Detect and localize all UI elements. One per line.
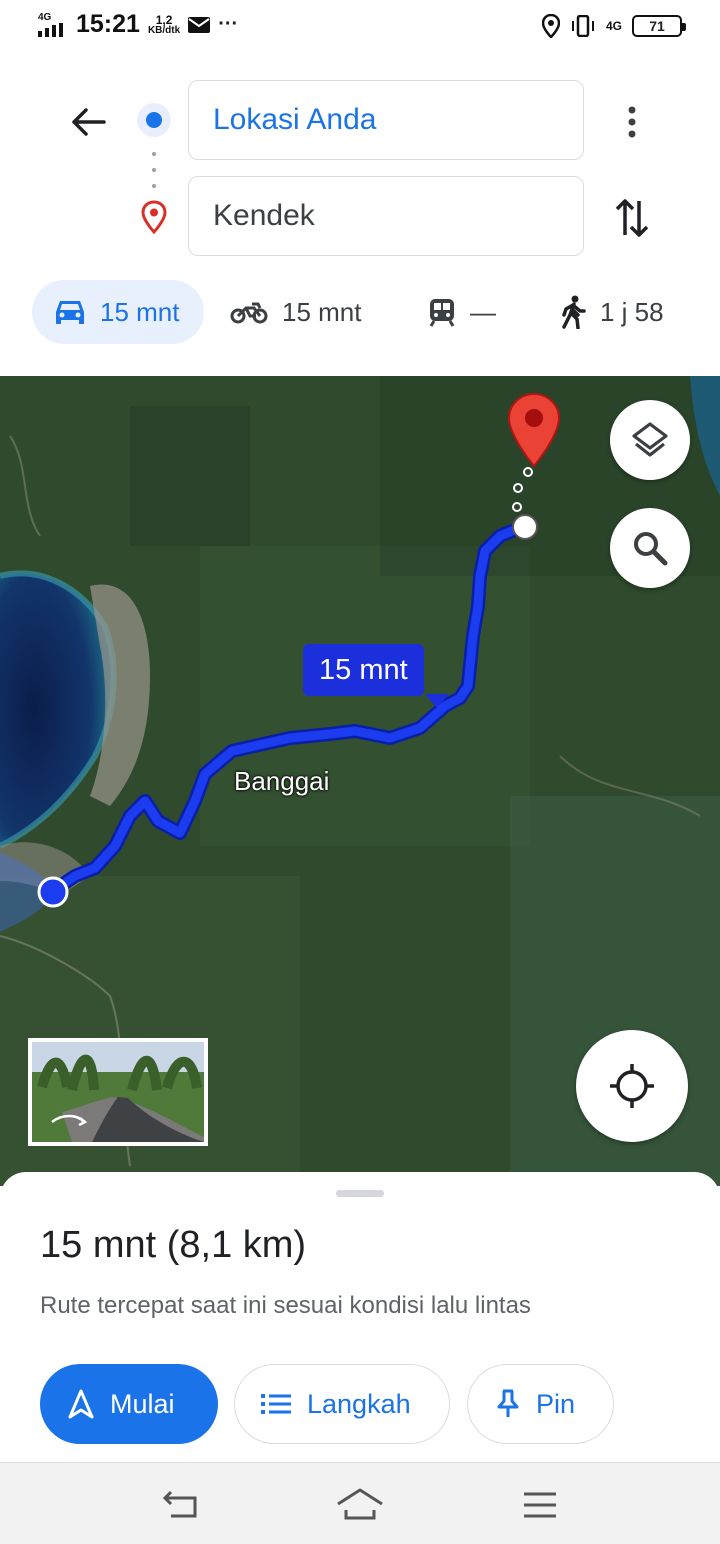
layers-button[interactable]	[610, 400, 690, 480]
route-details-sheet: 15 mnt (8,1 km) Rute tercepat saat ini s…	[0, 1172, 720, 1462]
nav-back-button[interactable]	[156, 1483, 204, 1527]
arrow-back-icon	[72, 108, 106, 136]
network-type: 4G	[38, 11, 52, 23]
back-icon	[162, 1490, 197, 1518]
back-button[interactable]	[62, 96, 114, 148]
train-icon	[429, 299, 455, 327]
destination-pin-icon	[141, 200, 167, 234]
place-label: Banggai	[234, 766, 330, 796]
mode-walk-label: 1 j 58	[600, 296, 664, 327]
route-summary: 15 mnt (8,1 km)	[40, 1224, 307, 1266]
steps-button[interactable]: Langkah	[234, 1364, 450, 1444]
vibrate-icon	[571, 15, 594, 37]
my-location-button[interactable]	[576, 1030, 688, 1142]
swap-vert-icon	[615, 199, 649, 237]
network-speed: 1,2 KB/dtk	[147, 12, 181, 36]
route-description: Rute tercepat saat ini sesuai kondisi la…	[40, 1292, 531, 1319]
nav-menu-button[interactable]	[516, 1483, 564, 1527]
crosshair-icon	[610, 1064, 654, 1108]
street-view-thumbnail[interactable]	[28, 1038, 208, 1146]
home-icon	[337, 1488, 383, 1520]
pin-label: Pin	[536, 1388, 576, 1419]
status-bar: 4G 15:21 1,2 KB/dtk ··· 4G 71	[0, 0, 720, 56]
destination-field[interactable]: Kendek	[188, 176, 584, 256]
navigation-arrow-icon	[68, 1389, 94, 1419]
more-notifications: ···	[218, 13, 239, 35]
more-vert-icon	[628, 106, 636, 138]
motorcycle-icon	[230, 302, 268, 324]
route-connector	[151, 152, 157, 188]
car-icon	[56, 301, 84, 324]
pushpin-icon	[497, 1389, 519, 1417]
route-end-marker	[512, 514, 538, 540]
walk-icon	[562, 295, 586, 329]
mode-car-tab[interactable]: 15 mnt	[32, 280, 204, 344]
list-icon	[261, 1394, 291, 1414]
mode-transit-tab[interactable]: —	[428, 280, 496, 344]
destination-marker-icon[interactable]	[507, 392, 561, 468]
mode-walk-tab[interactable]: 1 j 58	[560, 280, 664, 344]
origin-marker	[0, 852, 69, 932]
mode-motorcycle-tab[interactable]: 15 mnt	[230, 280, 362, 344]
steps-label: Langkah	[307, 1388, 411, 1419]
pin-button[interactable]: Pin	[467, 1364, 614, 1444]
map-search-button[interactable]	[610, 508, 690, 588]
battery-icon: 71	[632, 15, 686, 37]
clock: 15:21	[76, 10, 140, 38]
location-icon	[541, 14, 560, 38]
more-options-button[interactable]	[612, 96, 652, 148]
network-type-right: 4G	[605, 19, 622, 33]
start-navigation-button[interactable]: Mulai	[40, 1364, 218, 1444]
travel-modes: 15 mnt 15 mnt — 1 j 58	[0, 280, 720, 344]
system-navigation-bar	[0, 1462, 720, 1544]
search-icon	[634, 532, 668, 566]
origin-field[interactable]: Lokasi Anda	[188, 80, 584, 160]
mode-transit-label: —	[470, 296, 496, 327]
street-view-image	[32, 1042, 204, 1142]
map-view[interactable]: 15 mnt Banggai	[0, 376, 720, 1186]
mail-icon	[188, 16, 211, 33]
nav-home-button[interactable]	[336, 1483, 384, 1527]
mode-motorcycle-label: 15 mnt	[282, 296, 362, 327]
sheet-drag-handle[interactable]	[336, 1190, 384, 1197]
menu-icon	[524, 1492, 556, 1518]
directions-header: Lokasi Anda Kendek 15 mnt 15 mnt — 1 j 5…	[0, 56, 720, 376]
route-time-callout[interactable]: 15 mnt	[303, 644, 449, 708]
signal-icon: 4G	[38, 11, 68, 37]
mode-car-label: 15 mnt	[100, 296, 180, 327]
origin-dot-icon	[137, 103, 171, 137]
layers-icon	[632, 422, 668, 457]
start-label: Mulai	[110, 1388, 175, 1419]
swap-button[interactable]	[608, 192, 656, 244]
